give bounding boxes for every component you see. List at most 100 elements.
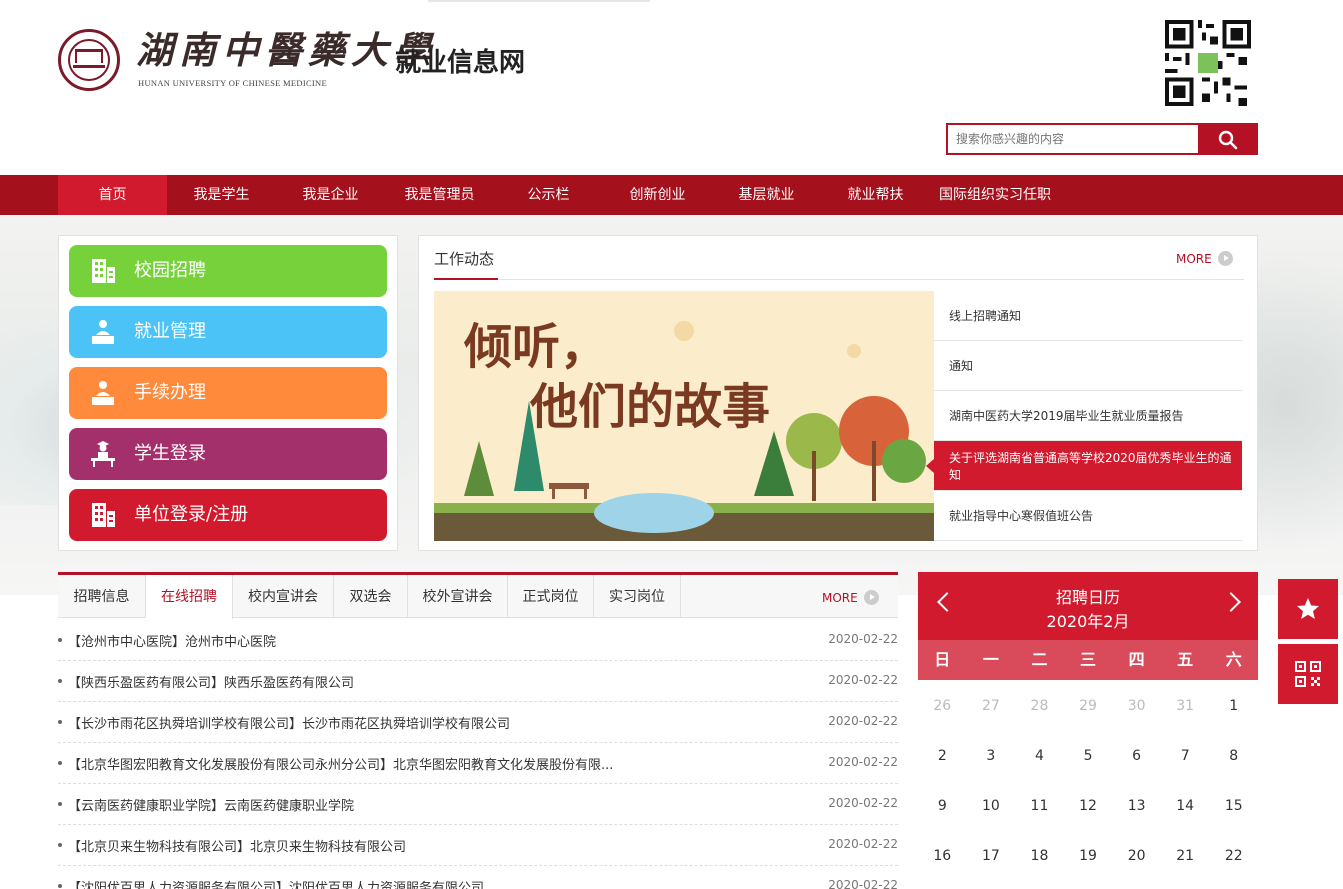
calendar-weekdays: 日 一 二 三 四 五 六 xyxy=(918,640,1258,680)
qr-code-button[interactable] xyxy=(1278,644,1338,704)
calendar-week-row: 9 10 11 12 13 14 15 xyxy=(918,780,1258,830)
job-row[interactable]: 【沧州市中心医院】沧州市中心医院 2020-02-22 xyxy=(58,620,898,661)
calendar-day[interactable]: 10 xyxy=(967,780,1016,830)
university-seal-logo[interactable] xyxy=(58,29,120,91)
calendar-day[interactable]: 12 xyxy=(1064,780,1113,830)
calendar-day[interactable]: 13 xyxy=(1112,780,1161,830)
job-row[interactable]: 【长沙市雨花区执舜培训学校有限公司】长沙市雨花区执舜培训学校有限公司 2020-0… xyxy=(58,702,898,743)
qr-code-image xyxy=(1164,20,1252,106)
calendar-day[interactable]: 18 xyxy=(1015,830,1064,880)
job-date: 2020-02-22 xyxy=(828,837,898,851)
calendar-day[interactable]: 21 xyxy=(1161,830,1210,880)
calendar-day[interactable]: 17 xyxy=(967,830,1016,880)
news-more-label: MORE xyxy=(1176,252,1212,266)
banner-text-line2: 他们的故事 xyxy=(529,379,770,435)
calendar-day[interactable]: 31 xyxy=(1161,680,1210,730)
quick-student-login-button[interactable]: 学生登录 xyxy=(69,428,387,480)
search-input[interactable] xyxy=(948,125,1200,153)
nav-item-innovation[interactable]: 创新创业 xyxy=(603,175,712,215)
quick-employment-mgmt-button[interactable]: 就业管理 xyxy=(69,306,387,358)
job-title[interactable]: 【沧州市中心医院】沧州市中心医院 xyxy=(68,631,276,650)
weekday-label: 六 xyxy=(1225,650,1242,669)
nav-item-international[interactable]: 国际组织实习任职 xyxy=(930,175,1060,215)
job-row[interactable]: 【北京华图宏阳教育文化发展股份有限公司永州分公司】北京华图宏阳教育文化发展股份有… xyxy=(58,743,898,784)
calendar-day[interactable]: 15 xyxy=(1209,780,1258,830)
recruit-tabs: 招聘信息 在线招聘 校内宣讲会 双选会 校外宣讲会 正式岗位 实习岗位 MORE xyxy=(58,572,898,619)
calendar-day[interactable]: 2 xyxy=(918,730,967,780)
calendar-day[interactable]: 3 xyxy=(967,730,1016,780)
weekday-label: 一 xyxy=(982,650,999,669)
tab-offcampus-talk[interactable]: 校外宣讲会 xyxy=(408,575,508,618)
nav-item-admin[interactable]: 我是管理员 xyxy=(385,175,494,215)
calendar-day[interactable]: 1 xyxy=(1209,680,1258,730)
main-nav: 首页 我是学生 我是企业 我是管理员 公示栏 创新创业 基层就业 就业帮扶 国际… xyxy=(0,175,1343,215)
job-row[interactable]: 【沈阳优百思人力资源服务有限公司】沈阳优百思人力资源服务有限公司 2020-02-… xyxy=(58,866,898,889)
calendar-day[interactable]: 30 xyxy=(1112,680,1161,730)
job-row[interactable]: 【北京贝来生物科技有限公司】北京贝来生物科技有限公司 2020-02-22 xyxy=(58,825,898,866)
news-banner-image[interactable]: 倾听， 他们的故事 xyxy=(434,291,934,541)
news-panel-title: 工作动态 xyxy=(434,250,495,268)
calendar-week-row: 26 27 28 29 30 31 1 xyxy=(918,680,1258,730)
nav-item-student[interactable]: 我是学生 xyxy=(167,175,276,215)
news-item[interactable]: 通知 xyxy=(934,341,1242,391)
job-list: 【沧州市中心医院】沧州市中心医院 2020-02-22 【陕西乐盈医药有限公司】陕… xyxy=(58,620,898,889)
calendar-day[interactable]: 28 xyxy=(1015,680,1064,730)
nav-item-enterprise[interactable]: 我是企业 xyxy=(276,175,385,215)
nav-item-notice-board[interactable]: 公示栏 xyxy=(494,175,603,215)
student-icon xyxy=(91,441,115,467)
news-item[interactable]: 线上招聘通知 xyxy=(934,291,1242,341)
tab-internships[interactable]: 实习岗位 xyxy=(594,575,681,618)
job-row[interactable]: 【陕西乐盈医药有限公司】陕西乐盈医药有限公司 2020-02-22 xyxy=(58,661,898,702)
calendar-day[interactable]: 11 xyxy=(1015,780,1064,830)
tab-online-recruit[interactable]: 在线招聘 xyxy=(146,575,233,619)
tab-campus-talk[interactable]: 校内宣讲会 xyxy=(233,575,334,618)
quick-company-login-button[interactable]: 单位登录/注册 xyxy=(69,489,387,541)
job-title[interactable]: 【北京贝来生物科技有限公司】北京贝来生物科技有限公司 xyxy=(68,836,406,855)
calendar-day[interactable]: 22 xyxy=(1209,830,1258,880)
favorite-button[interactable] xyxy=(1278,579,1338,639)
calendar-day[interactable]: 20 xyxy=(1112,830,1161,880)
nav-item-assistance[interactable]: 就业帮扶 xyxy=(821,175,930,215)
job-row[interactable]: 【云南医药健康职业学院】云南医药健康职业学院 2020-02-22 xyxy=(58,784,898,825)
job-title[interactable]: 【陕西乐盈医药有限公司】陕西乐盈医药有限公司 xyxy=(68,672,354,691)
calendar-day[interactable]: 27 xyxy=(967,680,1016,730)
tab-job-fair[interactable]: 双选会 xyxy=(334,575,408,618)
arrow-right-circle-icon xyxy=(863,590,879,605)
tab-recruit-info[interactable]: 招聘信息 xyxy=(58,575,146,618)
calendar-day[interactable]: 26 xyxy=(918,680,967,730)
jobs-more-link[interactable]: MORE xyxy=(822,590,879,605)
calendar-day[interactable]: 16 xyxy=(918,830,967,880)
calendar-day[interactable]: 4 xyxy=(1015,730,1064,780)
calendar-day[interactable]: 14 xyxy=(1161,780,1210,830)
calendar-day[interactable]: 6 xyxy=(1112,730,1161,780)
calendar-day[interactable]: 9 xyxy=(918,780,967,830)
quick-procedures-button[interactable]: 手续办理 xyxy=(69,367,387,419)
job-title[interactable]: 【云南医药健康职业学院】云南医药健康职业学院 xyxy=(68,795,354,814)
search-button[interactable] xyxy=(1198,123,1258,155)
calendar-day[interactable]: 29 xyxy=(1064,680,1113,730)
calendar-title: 招聘日历 xyxy=(1055,588,1120,607)
calendar-day[interactable]: 7 xyxy=(1161,730,1210,780)
calendar-day[interactable]: 8 xyxy=(1209,730,1258,780)
nav-item-grassroots[interactable]: 基层就业 xyxy=(712,175,821,215)
nav-item-home[interactable]: 首页 xyxy=(58,175,167,215)
job-title[interactable]: 【长沙市雨花区执舜培训学校有限公司】长沙市雨花区执舜培训学校有限公司 xyxy=(68,713,510,732)
job-title[interactable]: 【沈阳优百思人力资源服务有限公司】沈阳优百思人力资源服务有限公司 xyxy=(68,877,484,889)
building-icon xyxy=(92,259,115,283)
site-name: 就业信息网 xyxy=(395,48,526,78)
tab-formal-jobs[interactable]: 正式岗位 xyxy=(508,575,594,618)
university-name[interactable]: 湖南中醫藥大學 xyxy=(136,28,437,72)
quick-campus-recruit-label: 校园招聘 xyxy=(134,260,206,281)
quick-campus-recruit-button[interactable]: 校园招聘 xyxy=(69,245,387,297)
calendar-day[interactable]: 5 xyxy=(1064,730,1113,780)
page-header: 湖南中醫藥大學 HUNAN UNIVERSITY OF CHINESE MEDI… xyxy=(0,0,1343,175)
news-more-link[interactable]: MORE xyxy=(1176,251,1233,266)
job-title[interactable]: 【北京华图宏阳教育文化发展股份有限公司永州分公司】北京华图宏阳教育文化发展股份有… xyxy=(68,754,613,773)
calendar-day[interactable]: 19 xyxy=(1064,830,1113,880)
news-item-highlighted[interactable]: 关于评选湖南省普通高等学校2020届优秀毕业生的通知 xyxy=(926,441,1242,491)
news-item[interactable]: 就业指导中心寒假值班公告 xyxy=(934,491,1242,541)
news-item[interactable]: 湖南中医药大学2019届毕业生就业质量报告 xyxy=(934,391,1242,441)
calendar-week-row: 16 17 18 19 20 21 22 xyxy=(918,830,1258,880)
job-date: 2020-02-22 xyxy=(828,878,898,889)
bullet xyxy=(58,679,62,683)
